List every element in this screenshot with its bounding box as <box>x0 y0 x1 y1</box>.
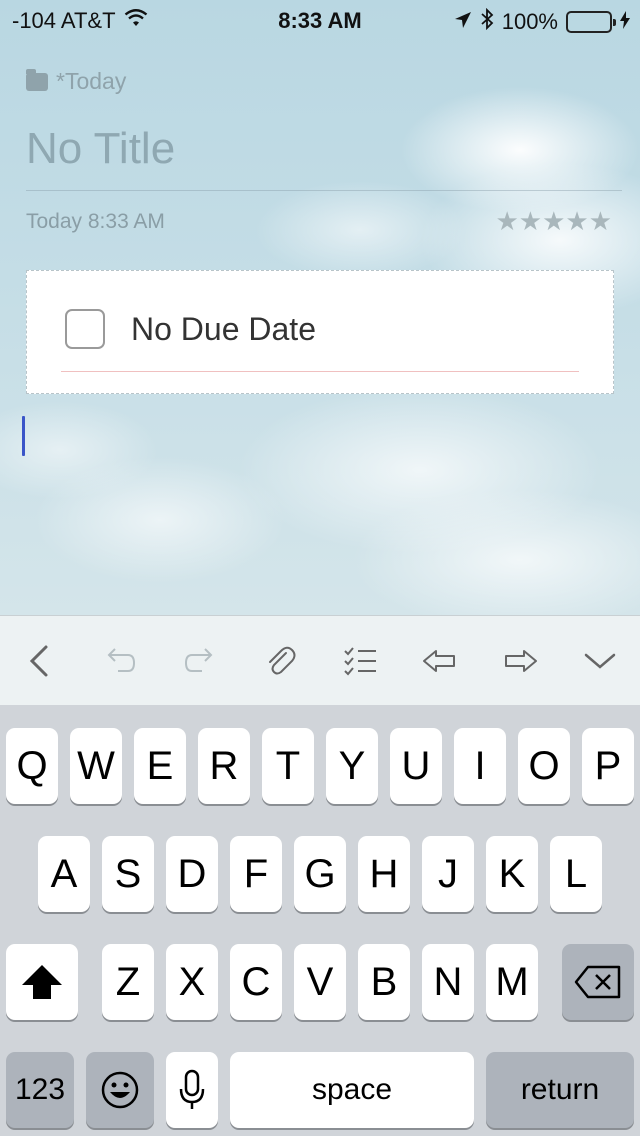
note-title-field[interactable]: No Title <box>26 124 175 174</box>
shift-icon <box>22 965 62 999</box>
key-c[interactable]: C <box>230 944 282 1020</box>
location-icon <box>454 9 472 35</box>
checklist-icon[interactable] <box>330 631 390 691</box>
key-d[interactable]: D <box>166 836 218 912</box>
folder-name: *Today <box>56 68 127 94</box>
microphone-icon <box>179 1069 205 1109</box>
bluetooth-icon <box>480 7 494 36</box>
key-q[interactable]: Q <box>6 728 58 804</box>
rating-stars[interactable]: ★★★★★ <box>495 206 612 237</box>
undo-icon[interactable] <box>90 631 150 691</box>
back-icon[interactable] <box>10 631 70 691</box>
dismiss-keyboard-icon[interactable] <box>570 631 630 691</box>
key-j[interactable]: J <box>422 836 474 912</box>
shift-key[interactable] <box>6 944 78 1020</box>
key-m[interactable]: M <box>486 944 538 1020</box>
emoji-icon <box>101 1071 139 1109</box>
indent-icon[interactable] <box>490 631 550 691</box>
charging-icon <box>620 9 630 35</box>
backspace-icon <box>574 965 621 999</box>
title-divider <box>26 190 622 191</box>
key-o[interactable]: O <box>518 728 570 804</box>
key-v[interactable]: V <box>294 944 346 1020</box>
task-underline <box>61 371 579 372</box>
redo-icon[interactable] <box>170 631 230 691</box>
key-h[interactable]: H <box>358 836 410 912</box>
folder-icon <box>26 68 48 91</box>
battery-percent: 100% <box>501 9 558 34</box>
key-s[interactable]: S <box>102 836 154 912</box>
key-p[interactable]: P <box>582 728 634 804</box>
editor-toolbar <box>0 615 640 705</box>
key-b[interactable]: B <box>358 944 410 1020</box>
key-r[interactable]: R <box>198 728 250 804</box>
key-i[interactable]: I <box>454 728 506 804</box>
key-x[interactable]: X <box>166 944 218 1020</box>
folder-breadcrumb[interactable]: *Today <box>26 68 126 95</box>
space-key[interactable]: space <box>230 1052 474 1128</box>
key-w[interactable]: W <box>70 728 122 804</box>
key-n[interactable]: N <box>422 944 474 1020</box>
key-z[interactable]: Z <box>102 944 154 1020</box>
key-g[interactable]: G <box>294 836 346 912</box>
key-f[interactable]: F <box>230 836 282 912</box>
note-date: Today 8:33 AM <box>26 210 165 233</box>
emoji-key[interactable] <box>86 1052 154 1128</box>
delete-key[interactable] <box>562 944 634 1020</box>
numbers-key[interactable]: 123 <box>6 1052 74 1128</box>
key-t[interactable]: T <box>262 728 314 804</box>
key-k[interactable]: K <box>486 836 538 912</box>
text-cursor <box>22 416 25 456</box>
task-card[interactable]: No Due Date <box>26 270 614 394</box>
keyboard: Q W E R T Y U I O P A S D F G H J K L Z … <box>0 705 640 1136</box>
key-u[interactable]: U <box>390 728 442 804</box>
status-bar: -104 AT&T 8:33 AM 100% <box>0 0 640 40</box>
key-e[interactable]: E <box>134 728 186 804</box>
attachment-icon[interactable] <box>250 631 310 691</box>
return-key[interactable]: return <box>486 1052 634 1128</box>
key-y[interactable]: Y <box>326 728 378 804</box>
task-label[interactable]: No Due Date <box>131 311 316 348</box>
key-l[interactable]: L <box>550 836 602 912</box>
dictation-key[interactable] <box>166 1052 218 1128</box>
battery-icon <box>566 11 616 33</box>
outdent-icon[interactable] <box>410 631 470 691</box>
task-checkbox[interactable] <box>65 309 105 349</box>
key-a[interactable]: A <box>38 836 90 912</box>
